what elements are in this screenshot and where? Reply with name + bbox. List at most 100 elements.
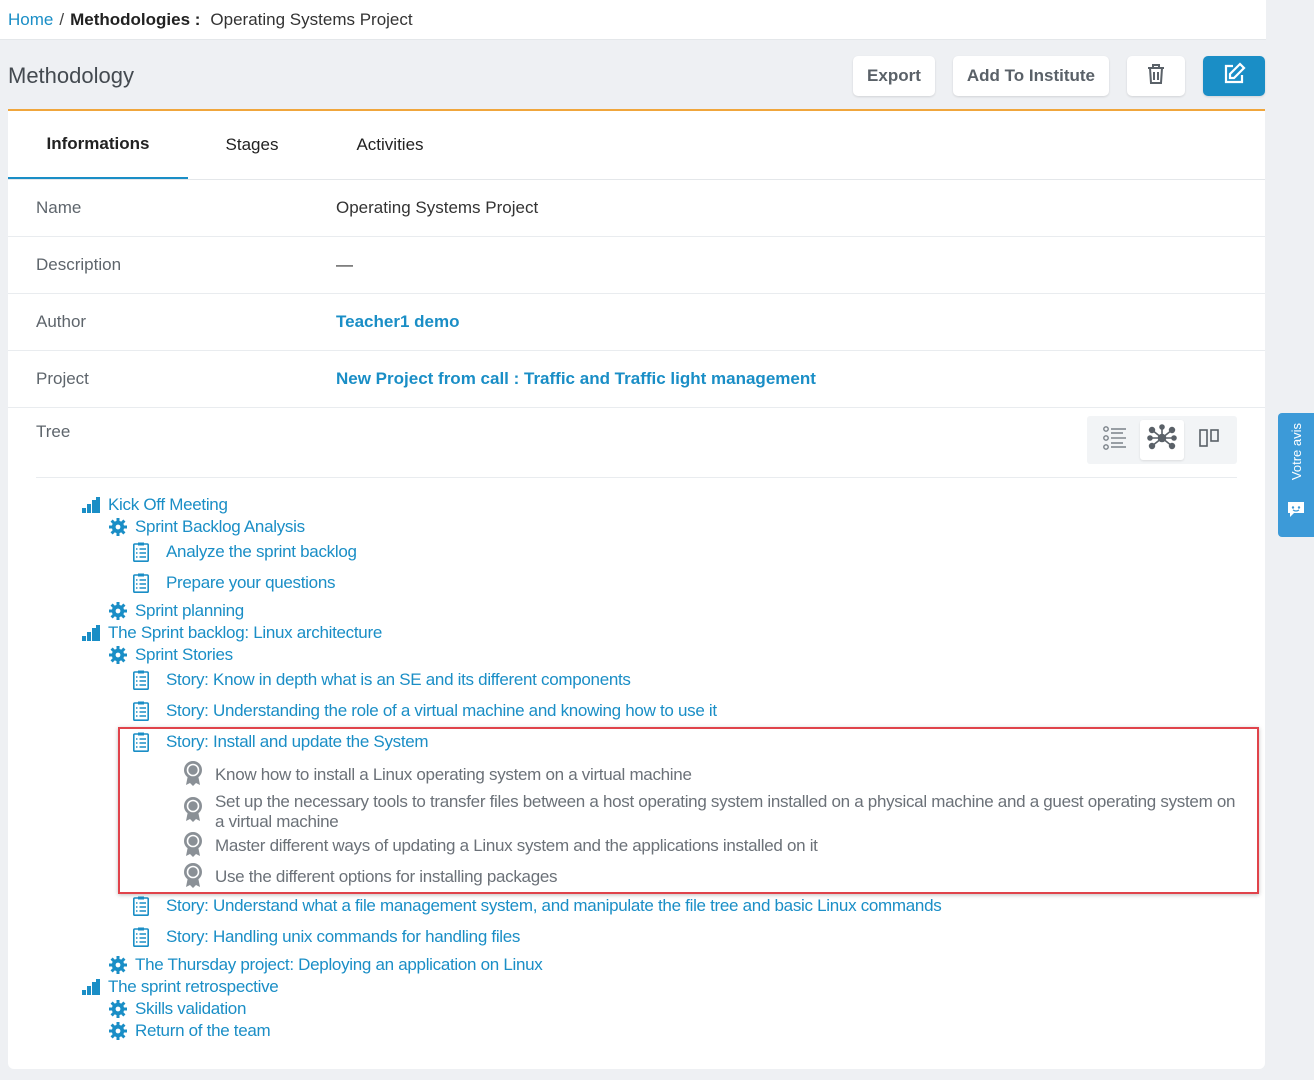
- tree-skill[interactable]: Master different ways of updating a Linu…: [181, 831, 818, 857]
- delete-button[interactable]: [1127, 56, 1185, 96]
- info-row-author: Author Teacher1 demo: [8, 294, 1265, 351]
- info-row-project: Project New Project from call : Traffic …: [8, 351, 1265, 408]
- tree-label: Tree: [36, 422, 71, 441]
- gear-icon: [107, 517, 129, 537]
- graph-view-button[interactable]: [1139, 420, 1184, 460]
- tree-task[interactable]: Analyze the sprint backlog: [132, 542, 357, 562]
- name-value: Operating Systems Project: [336, 198, 539, 217]
- tab-informations[interactable]: Informations: [8, 111, 188, 179]
- tree-stage[interactable]: The sprint retrospective: [80, 977, 279, 997]
- clipboard-icon: [132, 701, 150, 721]
- tree-activity[interactable]: Sprint Stories: [107, 645, 233, 665]
- tree-stage[interactable]: The Sprint backlog: Linux architecture: [80, 623, 382, 643]
- stage-icon: [80, 495, 102, 515]
- tree-task[interactable]: Story: Install and update the System: [132, 732, 429, 752]
- tree-activity[interactable]: Skills validation: [107, 999, 246, 1019]
- header-actions: Export Add To Institute: [853, 56, 1265, 96]
- tree-node-label: Story: Understand what a file management…: [166, 896, 942, 915]
- edit-button[interactable]: [1203, 56, 1265, 96]
- tree-node-label: Story: Handling unix commands for handli…: [166, 927, 521, 946]
- tree-node-label: Prepare your questions: [166, 573, 336, 592]
- award-icon: [181, 862, 205, 888]
- tree-node-label: The Thursday project: Deploying an appli…: [135, 955, 543, 974]
- tree-node-label: Set up the necessary tools to transfer f…: [215, 792, 1236, 811]
- stage-icon: [80, 623, 102, 643]
- clipboard-icon: [132, 927, 150, 947]
- tab-stages[interactable]: Stages: [188, 111, 316, 179]
- chat-icon: [1286, 500, 1306, 523]
- info-row-name: Name Operating Systems Project: [8, 180, 1265, 237]
- stage-icon: [80, 977, 102, 997]
- clipboard-icon: [132, 732, 150, 752]
- gear-icon: [107, 955, 129, 975]
- clipboard-icon: [132, 896, 150, 916]
- tree-task[interactable]: Story: Understand what a file management…: [132, 896, 942, 916]
- tree-node-label: Story: Understanding the role of a virtu…: [166, 701, 717, 720]
- network-icon: [1147, 423, 1177, 457]
- page-title: Methodology: [8, 63, 134, 88]
- tree-node-label: Skills validation: [135, 999, 247, 1018]
- breadcrumb: Home / Methodologies : Operating Systems…: [0, 0, 1266, 40]
- tree-node-label: Story: Install and update the System: [166, 732, 429, 751]
- name-label: Name: [36, 198, 82, 217]
- tree-task[interactable]: Prepare your questions: [132, 573, 335, 593]
- breadcrumb-separator: /: [59, 9, 65, 29]
- tree-task[interactable]: Story: Know in depth what is an SE and i…: [132, 670, 631, 690]
- board-view-button[interactable]: [1187, 420, 1231, 460]
- feedback-label: Votre avis: [1288, 423, 1304, 481]
- gear-icon: [107, 645, 129, 665]
- info-row-description: Description —: [8, 237, 1265, 294]
- tree-node-label: Know how to install a Linux operating sy…: [215, 765, 692, 784]
- award-icon: [181, 796, 205, 822]
- info-row-tree: Tree: [36, 408, 1237, 478]
- feedback-tab[interactable]: Votre avis: [1278, 413, 1314, 537]
- author-link[interactable]: Teacher1 demo: [336, 312, 459, 332]
- description-value: —: [336, 255, 353, 274]
- tree-node-label: Analyze the sprint backlog: [166, 542, 357, 561]
- clipboard-icon: [132, 573, 150, 593]
- gear-icon: [107, 601, 129, 621]
- list-view-icon: [1102, 424, 1128, 457]
- page-header: Methodology Export Add To Institute: [8, 52, 1265, 100]
- tree-node-label: Kick Off Meeting: [108, 495, 228, 514]
- tree-node-label: The sprint retrospective: [108, 977, 279, 996]
- project-link[interactable]: New Project from call : Traffic and Traf…: [336, 369, 816, 389]
- clipboard-icon: [132, 542, 150, 562]
- tree-node-label-continued: a virtual machine: [215, 812, 339, 831]
- gear-icon: [107, 1021, 129, 1041]
- breadcrumb-section: Methodologies :: [70, 9, 201, 29]
- tree-node-label: Sprint Stories: [135, 645, 233, 664]
- trash-icon: [1145, 62, 1167, 91]
- edit-icon: [1221, 61, 1247, 92]
- tree-node-label: Story: Know in depth what is an SE and i…: [166, 670, 631, 689]
- tree-node-label: Return of the team: [135, 1021, 271, 1040]
- tree-activity[interactable]: The Thursday project: Deploying an appli…: [107, 955, 543, 975]
- tree-skill[interactable]: Use the different options for installing…: [181, 862, 558, 888]
- clipboard-icon: [132, 670, 150, 690]
- tree-node-label: The Sprint backlog: Linux architecture: [108, 623, 382, 642]
- tree-node-label: Sprint planning: [135, 601, 244, 620]
- tree-node-label-wrap: Set up the necessary tools to transfer f…: [215, 792, 1235, 832]
- tree-skill[interactable]: Know how to install a Linux operating sy…: [181, 760, 692, 786]
- tree-skill[interactable]: Set up the necessary tools to transfer f…: [181, 792, 1235, 832]
- award-icon: [181, 831, 205, 857]
- tree-task[interactable]: Story: Understanding the role of a virtu…: [132, 701, 717, 721]
- tree-activity[interactable]: Sprint Backlog Analysis: [107, 517, 305, 537]
- author-label: Author: [36, 312, 87, 331]
- breadcrumb-current: Operating Systems Project: [210, 9, 413, 29]
- tab-bar: Informations Stages Activities: [8, 111, 1265, 180]
- columns-icon: [1198, 428, 1220, 453]
- export-button[interactable]: Export: [853, 56, 935, 96]
- tree-stage[interactable]: Kick Off Meeting: [80, 495, 228, 515]
- tree-activity[interactable]: Return of the team: [107, 1021, 271, 1041]
- description-label: Description: [36, 255, 122, 274]
- tree-task[interactable]: Story: Handling unix commands for handli…: [132, 927, 520, 947]
- project-label: Project: [36, 369, 89, 388]
- breadcrumb-home-link[interactable]: Home: [8, 10, 53, 30]
- tree-activity[interactable]: Sprint planning: [107, 601, 244, 621]
- add-to-institute-button[interactable]: Add To Institute: [952, 56, 1109, 96]
- award-icon: [181, 760, 205, 786]
- list-view-button[interactable]: [1093, 420, 1137, 460]
- tree-node-label: Master different ways of updating a Linu…: [215, 836, 818, 855]
- tab-activities[interactable]: Activities: [316, 111, 464, 179]
